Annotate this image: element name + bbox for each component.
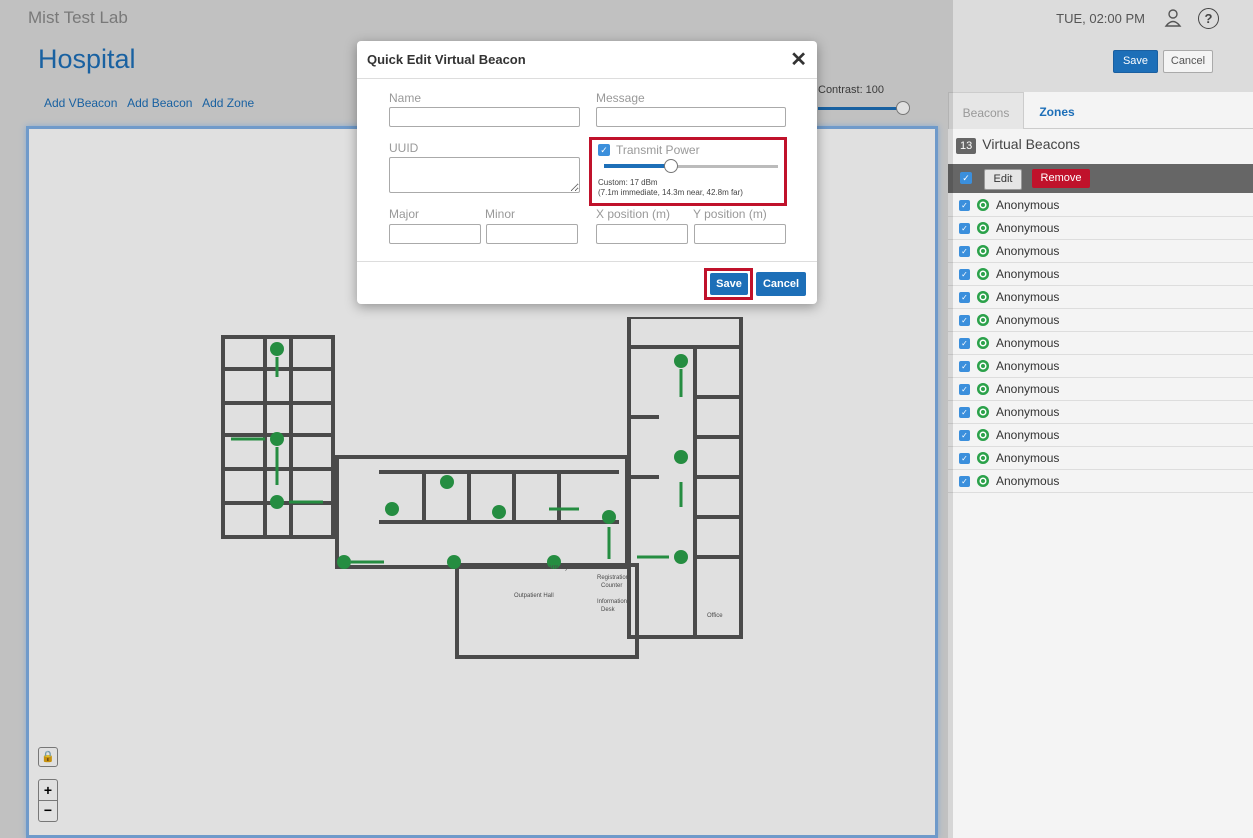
beacon-checkbox[interactable]: ✓ xyxy=(959,453,970,464)
transmit-power-range: (7.1m immediate, 14.3m near, 42.8m far) xyxy=(598,188,743,197)
beacon-name: Anonymous xyxy=(996,267,1060,281)
list-item[interactable]: ✓ Anonymous xyxy=(948,309,1253,332)
beacon-name: Anonymous xyxy=(996,198,1060,212)
list-item[interactable]: ✓ Anonymous xyxy=(948,378,1253,401)
name-input[interactable] xyxy=(389,107,580,127)
beacon-name: Anonymous xyxy=(996,382,1060,396)
list-item[interactable]: ✓ Anonymous xyxy=(948,217,1253,240)
beacon-icon xyxy=(977,314,989,326)
quick-edit-dialog: Quick Edit Virtual Beacon ✕ Name Message… xyxy=(357,41,817,304)
beacon-count-label: Virtual Beacons xyxy=(982,136,1081,152)
transmit-power-slider-fill[interactable] xyxy=(604,164,672,168)
beacon-icon xyxy=(977,406,989,418)
list-item[interactable]: ✓ Anonymous xyxy=(948,263,1253,286)
save-button[interactable]: Save xyxy=(1113,50,1158,73)
list-item[interactable]: ✓ Anonymous xyxy=(948,286,1253,309)
dialog-title: Quick Edit Virtual Beacon xyxy=(367,52,526,67)
list-item[interactable]: ✓ Anonymous xyxy=(948,355,1253,378)
beacon-icon xyxy=(977,383,989,395)
list-item[interactable]: ✓ Anonymous xyxy=(948,447,1253,470)
beacon-checkbox[interactable]: ✓ xyxy=(959,315,970,326)
dialog-header: Quick Edit Virtual Beacon ✕ xyxy=(357,41,817,79)
beacon-checkbox[interactable]: ✓ xyxy=(959,384,970,395)
tab-zones[interactable]: Zones xyxy=(1032,92,1082,128)
minor-label: Minor xyxy=(485,207,516,221)
beacon-name: Anonymous xyxy=(996,221,1060,235)
dialog-cancel-button[interactable]: Cancel xyxy=(756,272,806,296)
uuid-label: UUID xyxy=(389,141,419,155)
transmit-power-section: ✓ Transmit Power Custom: 17 dBm (7.1m im… xyxy=(589,137,787,206)
help-icon[interactable]: ? xyxy=(1198,8,1219,29)
beacon-checkbox[interactable]: ✓ xyxy=(959,476,970,487)
beacon-icon xyxy=(977,268,989,280)
select-all-checkbox[interactable]: ✓ xyxy=(960,172,972,184)
y-position-input[interactable] xyxy=(694,224,786,244)
beacon-icon xyxy=(977,291,989,303)
user-icon[interactable] xyxy=(1163,8,1183,28)
x-position-label: X position (m) xyxy=(596,207,671,221)
beacon-name: Anonymous xyxy=(996,336,1060,350)
list-item[interactable]: ✓ Anonymous xyxy=(948,332,1253,355)
beacon-checkbox[interactable]: ✓ xyxy=(959,223,970,234)
list-item[interactable]: ✓ Anonymous xyxy=(948,470,1253,493)
major-input[interactable] xyxy=(389,224,481,244)
remove-button[interactable]: Remove xyxy=(1032,169,1090,188)
beacon-icon xyxy=(977,429,989,441)
edit-button[interactable]: Edit xyxy=(984,169,1022,190)
beacon-icon xyxy=(977,452,989,464)
beacon-name: Anonymous xyxy=(996,359,1060,373)
beacon-icon xyxy=(977,337,989,349)
name-label: Name xyxy=(389,91,422,105)
beacon-name: Anonymous xyxy=(996,428,1060,442)
dialog-save-button[interactable]: Save xyxy=(710,273,748,295)
beacon-name: Anonymous xyxy=(996,405,1060,419)
beacon-icon xyxy=(977,199,989,211)
y-position-label: Y position (m) xyxy=(693,207,767,221)
message-label: Message xyxy=(596,91,645,105)
beacon-checkbox[interactable]: ✓ xyxy=(959,246,970,257)
beacon-count-badge: 13 xyxy=(956,138,977,154)
beacon-icon xyxy=(977,475,989,487)
beacon-checkbox[interactable]: ✓ xyxy=(959,269,970,280)
sidebar-tabs: Beacons Zones xyxy=(948,92,1253,129)
uuid-textarea[interactable] xyxy=(389,157,580,193)
close-icon[interactable]: ✕ xyxy=(790,47,807,72)
datetime: TUE, 02:00 PM xyxy=(1056,11,1145,26)
list-item[interactable]: ✓ Anonymous xyxy=(948,401,1253,424)
beacon-name: Anonymous xyxy=(996,451,1060,465)
transmit-power-slider-track[interactable] xyxy=(672,165,778,168)
x-position-input[interactable] xyxy=(596,224,688,244)
beacon-checkbox[interactable]: ✓ xyxy=(959,361,970,372)
minor-input[interactable] xyxy=(486,224,578,244)
cancel-button[interactable]: Cancel xyxy=(1163,50,1213,73)
major-label: Major xyxy=(389,207,420,221)
beacons-sidebar: Beacons Zones 13 Virtual Beacons ✓ Edit R… xyxy=(948,92,1253,838)
transmit-power-label: Transmit Power xyxy=(616,143,700,157)
list-item[interactable]: ✓ Anonymous xyxy=(948,194,1253,217)
list-item[interactable]: ✓ Anonymous xyxy=(948,240,1253,263)
message-input[interactable] xyxy=(596,107,786,127)
beacon-checkbox[interactable]: ✓ xyxy=(959,200,970,211)
dialog-footer-divider xyxy=(357,261,817,262)
beacon-checkbox[interactable]: ✓ xyxy=(959,292,970,303)
beacon-count-row: 13 Virtual Beacons xyxy=(956,136,1080,154)
list-item[interactable]: ✓ Anonymous xyxy=(948,424,1253,447)
beacon-icon xyxy=(977,360,989,372)
beacon-name: Anonymous xyxy=(996,474,1060,488)
beacon-icon xyxy=(977,222,989,234)
beacon-list: ✓ Anonymous ✓ Anonymous ✓ Anonymous ✓ Anonymous… xyxy=(948,194,1253,493)
bulk-actions-bar: ✓ Edit Remove xyxy=(948,164,1253,193)
transmit-power-slider-handle[interactable] xyxy=(664,159,678,173)
tab-beacons[interactable]: Beacons xyxy=(948,92,1024,129)
transmit-power-value: Custom: 17 dBm xyxy=(598,178,658,187)
beacon-icon xyxy=(977,245,989,257)
beacon-checkbox[interactable]: ✓ xyxy=(959,407,970,418)
beacon-name: Anonymous xyxy=(996,290,1060,304)
beacon-checkbox[interactable]: ✓ xyxy=(959,338,970,349)
beacon-name: Anonymous xyxy=(996,313,1060,327)
transmit-power-checkbox[interactable]: ✓ xyxy=(598,144,610,156)
beacon-name: Anonymous xyxy=(996,244,1060,258)
beacon-checkbox[interactable]: ✓ xyxy=(959,430,970,441)
